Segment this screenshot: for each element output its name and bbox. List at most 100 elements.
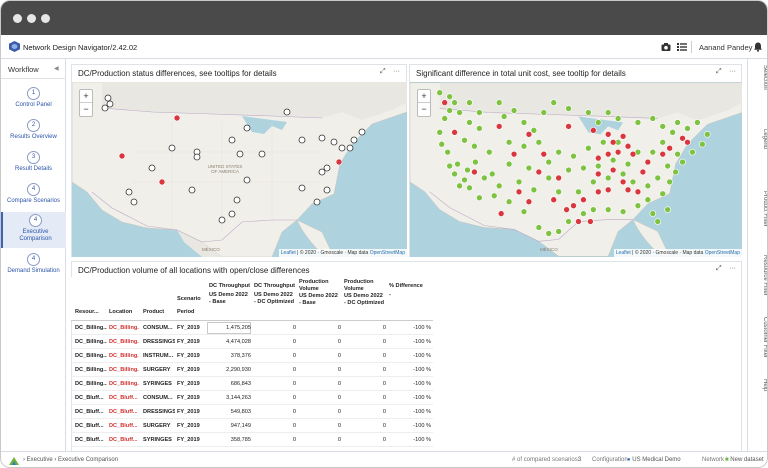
map-marker[interactable] xyxy=(614,148,622,156)
tab-selection[interactable]: Selection xyxy=(750,65,767,90)
col-resource[interactable]: Resour... xyxy=(75,309,99,316)
col-pv-base[interactable]: Production Volume xyxy=(299,279,341,293)
map-marker[interactable] xyxy=(500,113,508,120)
map-marker[interactable] xyxy=(106,100,114,108)
tab-customer-filter[interactable]: Customer Filter xyxy=(750,317,767,358)
map-marker[interactable] xyxy=(644,158,652,166)
map-marker[interactable] xyxy=(649,115,657,122)
map-marker[interactable] xyxy=(464,166,471,174)
map-marker[interactable] xyxy=(672,168,679,176)
map-marker[interactable] xyxy=(609,166,617,174)
configuration-value[interactable]: ● US Medical Demo xyxy=(627,457,681,463)
col-pv-base-sub[interactable]: US Demo 2022 - Base xyxy=(299,293,341,307)
map-marker[interactable] xyxy=(565,166,572,174)
map-marker[interactable] xyxy=(313,198,321,206)
zoom-in-button[interactable]: + xyxy=(418,90,430,103)
map-marker[interactable] xyxy=(243,124,251,132)
workflow-step-executive-comparison[interactable]: 4 Executive Comparison xyxy=(1,212,66,248)
map-marker[interactable] xyxy=(580,210,587,217)
map-marker[interactable] xyxy=(575,188,582,196)
map-marker[interactable] xyxy=(243,176,251,184)
map-marker[interactable] xyxy=(604,150,612,158)
zoom-out-button[interactable]: − xyxy=(418,103,430,116)
map-marker[interactable] xyxy=(619,178,627,186)
map-marker[interactable] xyxy=(466,119,473,126)
table-row[interactable]: DC_Billing... DC_Billing... SYRINGES FY_201… xyxy=(71,377,433,391)
workflow-step-results-overview[interactable]: 2 Results Overview xyxy=(1,117,66,148)
table-row[interactable]: DC_Billing... DC_Billing... SURGERY FY_2019… xyxy=(71,363,433,377)
map-marker[interactable] xyxy=(555,188,562,196)
map-marker[interactable] xyxy=(540,150,548,158)
map-marker[interactable] xyxy=(481,174,488,182)
map-marker[interactable] xyxy=(104,94,112,102)
zoom-out-button[interactable]: − xyxy=(80,103,92,116)
map-marker[interactable] xyxy=(236,150,244,158)
map-marker[interactable] xyxy=(555,174,562,182)
map-marker[interactable] xyxy=(666,178,673,186)
map-marker[interactable] xyxy=(704,131,711,138)
map-marker[interactable] xyxy=(599,138,607,146)
map-marker[interactable] xyxy=(654,218,662,225)
map-marker[interactable] xyxy=(218,216,226,224)
map-marker[interactable] xyxy=(438,140,445,148)
col-scenario[interactable]: Scenario xyxy=(177,296,201,303)
map-marker[interactable] xyxy=(515,188,523,196)
camera-icon[interactable] xyxy=(661,42,671,52)
map-marker[interactable] xyxy=(614,115,622,122)
col-period[interactable]: Period xyxy=(177,309,194,316)
map-marker[interactable] xyxy=(283,108,291,116)
map-marker[interactable] xyxy=(318,134,326,142)
map-marker[interactable] xyxy=(659,138,666,146)
more-options-icon[interactable]: ··· xyxy=(729,68,736,75)
map-marker[interactable] xyxy=(585,144,592,152)
map-marker[interactable] xyxy=(604,109,612,116)
map-marker[interactable] xyxy=(101,104,109,112)
map-marker[interactable] xyxy=(466,184,473,192)
map-marker[interactable] xyxy=(595,162,602,170)
col-dc-base[interactable]: DC Throughput xyxy=(209,283,251,290)
map-marker[interactable] xyxy=(634,188,642,196)
map-marker[interactable] xyxy=(525,198,533,205)
map-marker[interactable] xyxy=(436,129,444,136)
map-marker[interactable] xyxy=(674,119,681,126)
map-marker[interactable] xyxy=(298,136,306,144)
map-marker[interactable] xyxy=(609,138,617,146)
map-marker[interactable] xyxy=(451,170,458,178)
list-icon[interactable] xyxy=(677,42,687,52)
map-marker[interactable] xyxy=(590,178,597,186)
breadcrumb-item[interactable]: Executive xyxy=(27,457,53,463)
col-pct-diff[interactable]: % Difference xyxy=(389,283,431,290)
map-marker[interactable] xyxy=(595,170,602,178)
map-marker[interactable] xyxy=(454,160,461,168)
map-marker[interactable] xyxy=(565,105,572,112)
map-marker[interactable] xyxy=(664,162,671,170)
network-input-value[interactable]: ■ New dataset xyxy=(725,457,764,463)
map-marker[interactable] xyxy=(173,114,181,122)
map-marker[interactable] xyxy=(446,93,453,100)
map-marker[interactable] xyxy=(609,156,617,164)
map-marker[interactable] xyxy=(619,133,627,140)
map-marker[interactable] xyxy=(659,190,666,198)
map-marker[interactable] xyxy=(520,142,528,150)
map-marker[interactable] xyxy=(495,99,503,106)
tab-legend[interactable]: Legend xyxy=(750,129,767,149)
map-marker[interactable] xyxy=(451,129,458,136)
map-marker[interactable] xyxy=(510,150,518,158)
map-marker[interactable] xyxy=(595,188,602,196)
col-pv-opt[interactable]: Production Volume xyxy=(344,279,386,293)
map-marker[interactable] xyxy=(441,99,448,106)
map-marker[interactable] xyxy=(446,162,453,170)
tab-product-filter[interactable]: Product Filter xyxy=(750,191,767,227)
map-marker[interactable] xyxy=(466,99,473,106)
map-marker[interactable] xyxy=(258,150,266,158)
map-marker[interactable] xyxy=(497,210,505,217)
map-marker[interactable] xyxy=(629,178,637,186)
col-dc-base-sub[interactable]: US Demo 2022 - Base xyxy=(209,292,251,306)
map-marker[interactable] xyxy=(505,160,513,168)
map-marker[interactable] xyxy=(461,136,468,144)
map-marker[interactable] xyxy=(674,150,681,158)
map-marker[interactable] xyxy=(545,174,553,182)
map-marker[interactable] xyxy=(444,148,451,156)
zoom-in-button[interactable]: + xyxy=(80,90,92,103)
workflow-step-compare-scenarios[interactable]: 4 Compare Scenarios xyxy=(1,181,66,212)
